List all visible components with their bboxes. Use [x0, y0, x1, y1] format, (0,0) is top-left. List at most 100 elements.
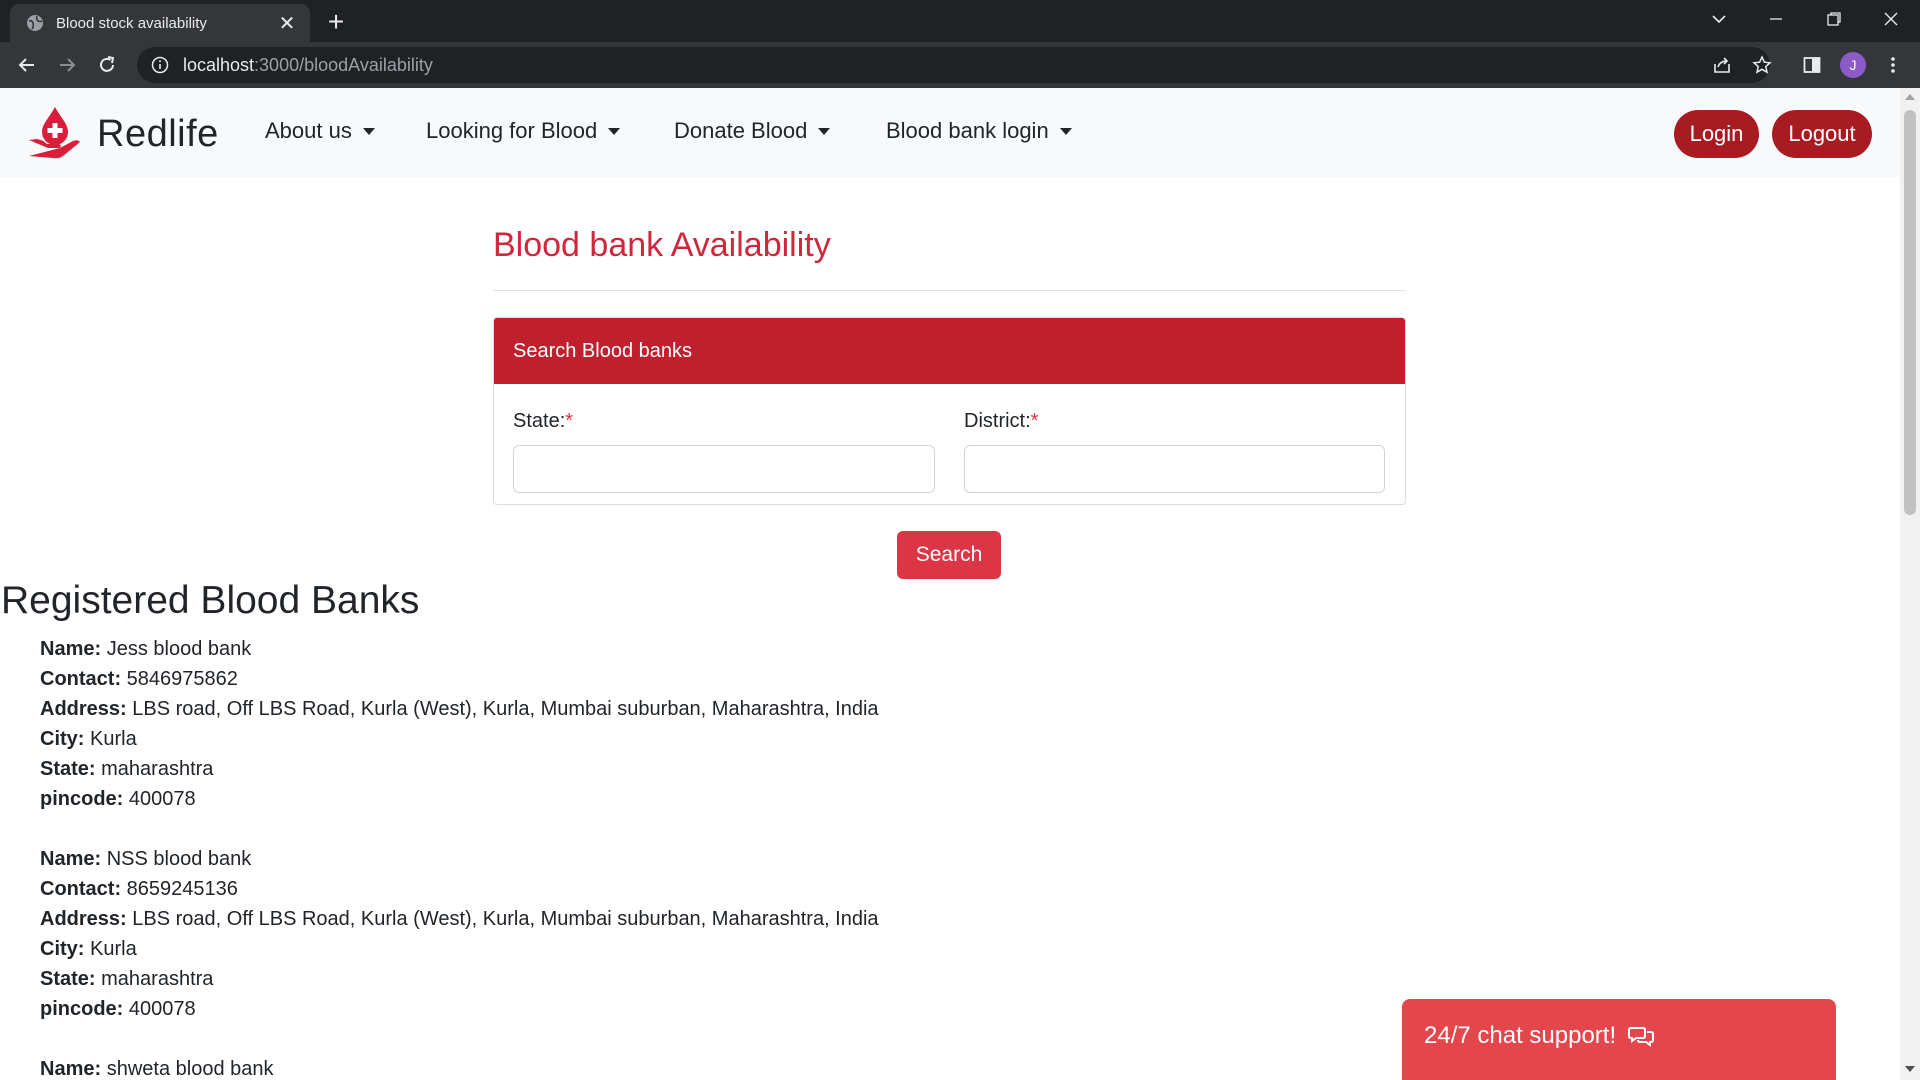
share-icon[interactable] [1708, 51, 1736, 79]
menu-label: Looking for Blood [426, 118, 598, 143]
bank-city-row: City: Kurla [40, 724, 879, 754]
field-label: pincode: [40, 788, 124, 810]
logout-button[interactable]: Logout [1772, 110, 1872, 158]
bank-pincode: 400078 [128, 788, 196, 810]
browser-toolbar: localhost:3000/bloodAvailability J [0, 42, 1920, 88]
menu-donate-blood[interactable]: Donate Blood [674, 118, 831, 144]
search-card-header: Search Blood banks [494, 318, 1405, 384]
profile-avatar[interactable]: J [1839, 51, 1867, 79]
bank-state: maharashtra [101, 968, 214, 990]
blood-drop-hand-icon [27, 104, 83, 165]
scrollbar-thumb[interactable] [1904, 110, 1916, 515]
menu-about-us[interactable]: About us [265, 118, 375, 144]
url-host: localhost [183, 54, 255, 75]
caret-down-icon [608, 127, 621, 135]
bank-city: Kurla [90, 728, 137, 750]
menu-label: About us [265, 118, 352, 143]
bank-name: Jess blood bank [106, 638, 252, 660]
login-button[interactable]: Login [1674, 110, 1759, 158]
field-label: Name: [40, 638, 102, 660]
field-label: Address: [40, 908, 127, 930]
bank-pincode-row: pincode: 400078 [40, 784, 879, 814]
field-label: Name: [40, 1058, 102, 1080]
caret-down-icon [362, 127, 375, 135]
required-mark: * [565, 410, 574, 432]
browser-tab[interactable]: Blood stock availability ✕ [10, 4, 310, 42]
scroll-down-icon[interactable] [1905, 1066, 1915, 1072]
brand[interactable]: Redlife [27, 104, 219, 165]
back-icon[interactable] [11, 49, 43, 81]
field-label: Name: [40, 848, 102, 870]
bank-name: NSS blood bank [106, 848, 252, 870]
tab-close-icon[interactable]: ✕ [276, 12, 298, 35]
tab-title: Blood stock availability [56, 14, 207, 32]
brand-name: Redlife [97, 113, 219, 155]
state-label-text: State: [513, 410, 566, 432]
bank-contact: 8659245136 [126, 878, 238, 900]
district-label-text: District: [964, 410, 1031, 432]
field-label: pincode: [40, 998, 124, 1020]
field-label: State: [40, 758, 96, 780]
registered-heading: Registered Blood Banks [1, 579, 420, 622]
field-label: Address: [40, 698, 127, 720]
bank-entry: Name: shweta blood bank [40, 1054, 274, 1080]
field-label: City: [40, 728, 85, 750]
bank-address-row: Address: LBS road, Off LBS Road, Kurla (… [40, 904, 879, 934]
menu-blood-bank-login[interactable]: Blood bank login [886, 118, 1072, 144]
bank-address: LBS road, Off LBS Road, Kurla (West), Ku… [132, 698, 879, 720]
window-close-icon[interactable] [1862, 0, 1920, 38]
state-input[interactable] [513, 445, 935, 493]
search-card: Search Blood banks State:* District:* [493, 317, 1406, 505]
minimize-icon[interactable] [1747, 0, 1805, 38]
menu-label: Blood bank login [886, 118, 1049, 143]
bank-name-row: Name: NSS blood bank [40, 844, 879, 874]
bank-contact: 5846975862 [126, 668, 238, 690]
required-mark: * [1030, 410, 1039, 432]
bank-city: Kurla [90, 938, 137, 960]
bank-state: maharashtra [101, 758, 214, 780]
forward-icon[interactable] [51, 49, 83, 81]
side-panel-icon[interactable] [1798, 51, 1826, 79]
address-bar[interactable]: localhost:3000/bloodAvailability [137, 47, 1770, 83]
bank-name-row: Name: shweta blood bank [40, 1054, 274, 1080]
bank-city-row: City: Kurla [40, 934, 879, 964]
profile-initial: J [1840, 52, 1866, 78]
bank-name-row: Name: Jess blood bank [40, 634, 879, 664]
bank-contact-row: Contact: 5846975862 [40, 664, 879, 694]
browser-tab-bar: Blood stock availability ✕ + [0, 0, 1920, 42]
menu-looking-for-blood[interactable]: Looking for Blood [426, 118, 621, 144]
site-info-icon[interactable] [151, 56, 169, 74]
chat-support-label: 24/7 chat support! [1424, 1022, 1617, 1049]
search-button[interactable]: Search [897, 531, 1001, 579]
comments-icon [1628, 1025, 1655, 1047]
divider [493, 290, 1406, 291]
bank-entry: Name: NSS blood bank Contact: 8659245136… [40, 844, 879, 1024]
bank-state-row: State: maharashtra [40, 754, 879, 784]
tab-search-icon[interactable] [1690, 0, 1748, 38]
field-label: Contact: [40, 668, 122, 690]
reload-icon[interactable] [91, 49, 123, 81]
field-label: City: [40, 938, 85, 960]
field-label: Contact: [40, 878, 122, 900]
district-label: District:* [964, 410, 1038, 433]
bank-pincode: 400078 [128, 998, 196, 1020]
district-input[interactable] [964, 445, 1385, 493]
globe-icon [26, 14, 44, 32]
bank-entry: Name: Jess blood bank Contact: 584697586… [40, 634, 879, 814]
bank-address-row: Address: LBS road, Off LBS Road, Kurla (… [40, 694, 879, 724]
bookmark-star-icon[interactable] [1748, 51, 1776, 79]
bank-name: shweta blood bank [106, 1058, 274, 1080]
page-scrollbar[interactable] [1900, 88, 1920, 1080]
chat-support-button[interactable]: 24/7 chat support! [1402, 999, 1836, 1080]
scroll-up-icon[interactable] [1905, 94, 1915, 100]
caret-down-icon [1059, 127, 1072, 135]
new-tab-button[interactable]: + [322, 6, 350, 37]
browser-menu-icon[interactable] [1879, 51, 1907, 79]
bank-state-row: State: maharashtra [40, 964, 879, 994]
url-path: :3000/bloodAvailability [254, 54, 433, 75]
bank-contact-row: Contact: 8659245136 [40, 874, 879, 904]
page-title: Blood bank Availability [493, 226, 831, 264]
page-viewport: Redlife About us Looking for Blood Donat… [0, 88, 1900, 1080]
state-label: State:* [513, 410, 573, 433]
restore-icon[interactable] [1805, 0, 1863, 38]
